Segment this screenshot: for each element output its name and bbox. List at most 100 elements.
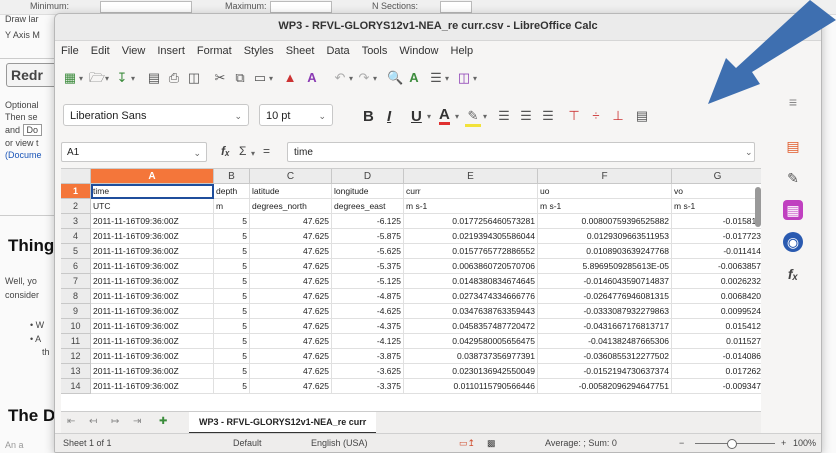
table-cell[interactable]: m [214, 199, 250, 214]
spreadsheet-grid[interactable]: A B C D E F G 1 time depth latitude longitude curr uo… [61, 168, 761, 411]
menu-sheet[interactable]: Sheet [280, 41, 321, 57]
table-cell[interactable]: -0.009347 [672, 379, 761, 394]
chevron-down-icon[interactable]: ⌄ [318, 105, 326, 127]
table-cell[interactable]: 0.0347638763359443 [404, 304, 538, 319]
name-box[interactable]: A1 ⌄ [61, 142, 207, 162]
table-cell[interactable]: m s-1 [672, 199, 761, 214]
menu-styles[interactable]: Styles [238, 41, 280, 57]
bg-docs-link[interactable]: (Docume [5, 150, 42, 160]
table-cell[interactable]: 0.0110115790566446 [404, 379, 538, 394]
table-cell[interactable]: 0.011527 [672, 334, 761, 349]
underline-dropdown-icon[interactable]: ▾ [427, 112, 431, 121]
table-cell[interactable]: -0.0264776946081315 [538, 289, 672, 304]
table-cell[interactable]: 47.625 [250, 214, 332, 229]
menu-tools[interactable]: Tools [356, 41, 394, 57]
last-sheet-icon[interactable]: ⇥ [133, 416, 141, 427]
row-header[interactable]: 8 [61, 289, 91, 304]
functions-icon[interactable]: fₓ [783, 264, 803, 284]
export-pdf-icon[interactable]: ▤ [147, 70, 161, 86]
align-center-icon[interactable]: ☰ [519, 108, 533, 124]
table-cell[interactable]: 0.0157765772886552 [404, 244, 538, 259]
table-cell[interactable]: uo [538, 184, 672, 199]
menu-view[interactable]: View [116, 41, 152, 57]
menu-help[interactable]: Help [445, 41, 480, 57]
sidebar-menu-icon[interactable]: ≡ [783, 92, 803, 112]
table-cell[interactable]: 47.625 [250, 259, 332, 274]
table-cell[interactable]: -5.375 [332, 259, 404, 274]
active-cell[interactable]: time [91, 184, 214, 199]
table-cell[interactable]: 47.625 [250, 349, 332, 364]
open-dropdown-icon[interactable]: ▾ [105, 74, 109, 83]
table-cell[interactable]: -3.875 [332, 349, 404, 364]
table-cell[interactable]: 2011-11-16T09:36:00Z [91, 289, 214, 304]
align-right-icon[interactable]: ☰ [541, 108, 555, 124]
table-cell[interactable]: 2011-11-16T09:36:00Z [91, 349, 214, 364]
navigator-icon[interactable]: ◉ [783, 232, 803, 252]
font-name-box[interactable]: Liberation Sans ⌄ [63, 104, 249, 126]
new-document-icon[interactable]: ▦ [63, 70, 77, 86]
column-header-c[interactable]: C [250, 169, 332, 184]
row-header[interactable]: 12 [61, 349, 91, 364]
sum-icon[interactable]: Σ [239, 144, 246, 158]
table-cell[interactable]: -4.375 [332, 319, 404, 334]
table-cell[interactable]: degrees_east [332, 199, 404, 214]
underline-button[interactable]: U [411, 108, 422, 125]
zoom-in-icon[interactable]: + [781, 438, 786, 448]
table-cell[interactable]: 2011-11-16T09:36:00Z [91, 229, 214, 244]
column-icon[interactable]: ◫ [457, 70, 471, 86]
row-header[interactable]: 6 [61, 259, 91, 274]
bold-button[interactable]: B [363, 108, 374, 125]
table-cell[interactable]: -3.625 [332, 364, 404, 379]
table-cell[interactable]: 0.0068420 [672, 289, 761, 304]
bg-maximum-field[interactable] [270, 1, 332, 13]
table-cell[interactable]: degrees_north [250, 199, 332, 214]
row-dropdown-icon[interactable]: ▾ [445, 74, 449, 83]
table-cell[interactable]: -0.017723 [672, 229, 761, 244]
table-cell[interactable]: -4.875 [332, 289, 404, 304]
table-cell[interactable]: 0.0458357487720472 [404, 319, 538, 334]
table-cell[interactable]: vo [672, 184, 761, 199]
close-icon[interactable]: × [795, 19, 811, 35]
table-cell[interactable]: 2011-11-16T09:36:00Z [91, 274, 214, 289]
print-preview-icon[interactable]: ◫ [187, 70, 201, 86]
column-header-f[interactable]: F [538, 169, 672, 184]
redo-icon[interactable]: ↷ [357, 70, 371, 86]
table-cell[interactable]: 5 [214, 304, 250, 319]
redo-dropdown-icon[interactable]: ▾ [373, 74, 377, 83]
table-cell[interactable]: 0.0063860720570706 [404, 259, 538, 274]
table-cell[interactable]: -4.125 [332, 334, 404, 349]
table-cell[interactable]: -0.014086 [672, 349, 761, 364]
highlight-dropdown-icon[interactable]: ▾ [483, 112, 487, 121]
table-cell[interactable]: 2011-11-16T09:36:00Z [91, 214, 214, 229]
table-cell[interactable]: latitude [250, 184, 332, 199]
open-folder-icon[interactable]: 🗁 [89, 70, 105, 86]
row-header[interactable]: 2 [61, 199, 91, 214]
table-cell[interactable]: -0.00582096294647751 [538, 379, 672, 394]
add-sheet-icon[interactable]: ✚ [159, 416, 167, 427]
save-icon[interactable]: ↧ [115, 70, 129, 86]
table-cell[interactable]: 2011-11-16T09:36:00Z [91, 244, 214, 259]
table-cell[interactable]: -5.875 [332, 229, 404, 244]
table-cell[interactable]: 0.0230136942550049 [404, 364, 538, 379]
row-header[interactable]: 14 [61, 379, 91, 394]
table-cell[interactable]: 5 [214, 334, 250, 349]
table-cell[interactable]: 5.8969509285613E-05 [538, 259, 672, 274]
vertical-scrollbar[interactable] [755, 187, 761, 227]
table-cell[interactable]: 5 [214, 364, 250, 379]
column-header-g[interactable]: G [672, 169, 761, 184]
table-cell[interactable]: 47.625 [250, 289, 332, 304]
chevron-down-icon[interactable]: ⌄ [234, 105, 242, 127]
paste-dropdown-icon[interactable]: ▾ [269, 74, 273, 83]
table-cell[interactable]: 0.017262 [672, 364, 761, 379]
table-cell[interactable]: -5.625 [332, 244, 404, 259]
status-language[interactable]: English (USA) [311, 438, 368, 448]
paste-icon[interactable]: ▭ [253, 70, 267, 86]
table-cell[interactable]: 47.625 [250, 334, 332, 349]
table-cell[interactable]: 5 [214, 349, 250, 364]
table-cell[interactable]: -4.625 [332, 304, 404, 319]
menu-format[interactable]: Format [191, 41, 238, 57]
save-dropdown-icon[interactable]: ▾ [131, 74, 135, 83]
table-cell[interactable]: -6.125 [332, 214, 404, 229]
corner-select-all[interactable] [61, 169, 91, 184]
table-cell[interactable]: m s-1 [538, 199, 672, 214]
